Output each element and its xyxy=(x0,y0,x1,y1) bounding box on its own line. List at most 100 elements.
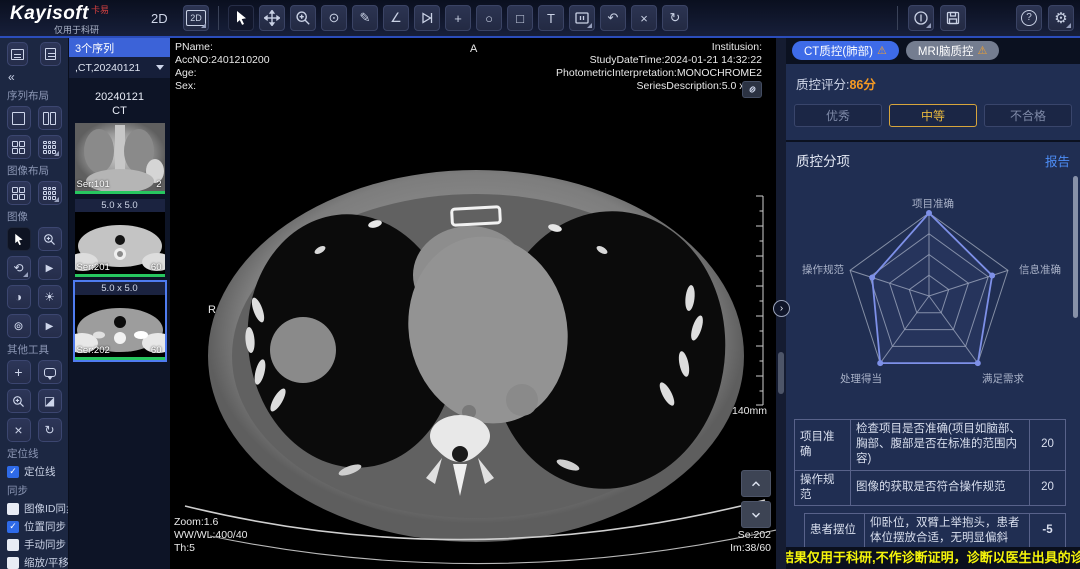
study-dropdown[interactable]: ,CT,20240121 xyxy=(69,57,170,78)
report-info-button[interactable] xyxy=(908,5,934,31)
cine-play-icon: ▶ xyxy=(46,263,54,274)
chevron-down-icon xyxy=(156,65,164,70)
radar-axis-label: 处理得当 xyxy=(840,371,882,386)
scroll-down-button[interactable] xyxy=(741,501,771,528)
delete-tool-button[interactable]: × xyxy=(7,418,31,442)
series-thumbnail-202-selected[interactable]: 5.0 x 5.0 Ser:202 60 xyxy=(75,282,165,360)
grade-fail-button[interactable]: 不合格 xyxy=(984,104,1072,127)
ellipse-roi-tool-button[interactable]: ○ xyxy=(476,5,502,31)
toolbar-divider xyxy=(897,6,898,30)
viewport-scrollbar-thumb[interactable] xyxy=(778,352,784,394)
undo-button[interactable]: ↶ xyxy=(600,5,626,31)
undo-icon: ↶ xyxy=(608,10,619,26)
series-layout-3x3-button[interactable] xyxy=(38,135,62,159)
series-loaded-bar xyxy=(75,191,165,194)
checkbox-position-sync[interactable]: ✓ 位置同步 xyxy=(7,519,61,534)
zoom-tool-button[interactable] xyxy=(290,5,316,31)
image-layout-3x3-button[interactable] xyxy=(38,181,62,205)
cobb-angle-tool-button[interactable] xyxy=(414,5,440,31)
topbar: Kayisoft卡易 仅用于科研 2D 2D ⊙ ✎ ∠ + ○ □ T ↶ ×… xyxy=(0,0,1080,38)
collapse-sidebar-button[interactable]: « xyxy=(8,70,61,84)
pointer-tool-button[interactable] xyxy=(228,5,254,31)
grade-excellent-button[interactable]: 优秀 xyxy=(794,104,882,127)
magnifier-annotate-button[interactable] xyxy=(7,389,31,413)
comment-tool-button[interactable] xyxy=(38,360,62,384)
checkbox-zoom-pan-sync[interactable]: ✓ 缩放/平移 xyxy=(7,555,61,569)
checkbox-unchecked-icon: ✓ xyxy=(7,539,19,551)
series-thumb-header: 5.0 x 5.0 xyxy=(75,282,165,295)
comment-icon xyxy=(44,368,56,377)
angle-tool-button[interactable]: ∠ xyxy=(383,5,409,31)
report-panel-button[interactable] xyxy=(40,42,61,66)
checkbox-manual-sync[interactable]: ✓ 手动同步 xyxy=(7,537,61,552)
cine-play-tool-button[interactable]: ▶ xyxy=(38,256,62,280)
gear-icon: ⚙ xyxy=(1054,9,1067,27)
delete-annotation-button[interactable]: × xyxy=(631,5,657,31)
qc-score-value: 86分 xyxy=(849,78,875,92)
wl-presets-button[interactable] xyxy=(569,5,595,31)
series-thumb-header: 5.0 x 5.0 xyxy=(75,199,165,212)
brightness-tool-button[interactable]: ☀ xyxy=(38,285,62,309)
checkbox-image-id-sync[interactable]: ✓ 图像ID同步 xyxy=(7,501,61,516)
cobb-angle-icon xyxy=(419,10,435,26)
image-viewport[interactable]: PName: AccNO:2401210200 Age: Sex: Instit… xyxy=(170,38,776,569)
reset-icon: ↻ xyxy=(670,10,681,26)
image-layout-2x2-button[interactable] xyxy=(7,181,31,205)
cine-target-tool-button[interactable]: ⊚ xyxy=(7,314,31,338)
series-layout-1x1-button[interactable] xyxy=(7,106,31,130)
checkbox-checked-icon: ✓ xyxy=(7,521,19,533)
reset-tool-button[interactable]: ↻ xyxy=(38,418,62,442)
2d-layout-button[interactable]: 2D xyxy=(183,5,209,31)
window-level-icon: ⊙ xyxy=(329,10,340,26)
magnifier-tool-button[interactable] xyxy=(38,227,62,251)
series-thumbnail-201[interactable]: 5.0 x 5.0 Ser:201 60 xyxy=(75,199,165,277)
layout-2x2-icon xyxy=(12,141,25,154)
qc-panel-toggle-button[interactable]: › xyxy=(773,300,790,317)
left-tool-sidebar: « 序列布局 图像布局 图像 ⟲ ▶ ◑ ☀ ⊚ ▶ 其他工具 + xyxy=(0,38,68,569)
link-series-button[interactable] xyxy=(742,81,762,98)
settings-button[interactable]: ⚙ xyxy=(1048,5,1074,31)
rotate-tool-button[interactable]: ⟲ xyxy=(7,256,31,280)
reset-button[interactable]: ↻ xyxy=(662,5,688,31)
checkbox-localizer-line[interactable]: ✓ 定位线 xyxy=(7,464,61,479)
window-level-tool-button[interactable]: ⊙ xyxy=(321,5,347,31)
invert-tool-button[interactable]: ◑ xyxy=(7,285,31,309)
scroll-up-button[interactable] xyxy=(741,470,771,497)
angle-measure-icon: ∠ xyxy=(390,10,402,26)
table-row: 操作规范 图像的获取是否符合操作规范 20 xyxy=(795,470,1066,505)
pointer-icon xyxy=(12,233,25,246)
add-icon: + xyxy=(14,364,22,380)
link-icon xyxy=(746,83,759,96)
series-layout-2x2-button[interactable] xyxy=(7,135,31,159)
length-tool-button[interactable]: ✎ xyxy=(352,5,378,31)
tab-mri-qc[interactable]: MRI脑质控 ⚠ xyxy=(906,41,999,60)
logo-suffix: 卡易 xyxy=(91,5,109,15)
ruler-length-label: 140mm xyxy=(732,405,767,417)
grade-medium-button[interactable]: 中等 xyxy=(889,104,977,127)
brightness-icon: ☀ xyxy=(44,290,55,304)
save-button[interactable] xyxy=(940,5,966,31)
eraser-tool-button[interactable]: ◪ xyxy=(38,389,62,413)
zoom-window-overlay: Zoom:1.6 WW/WL:400/40 Th:5 xyxy=(174,516,248,555)
series-loaded-bar xyxy=(75,357,165,360)
series-number: Ser:101 xyxy=(77,179,110,190)
chevron-up-icon xyxy=(749,477,763,491)
warning-icon: ⚠ xyxy=(977,44,987,57)
text-annotation-tool-button[interactable]: T xyxy=(538,5,564,31)
tab-ct-qc[interactable]: CT质控(肺部) ⚠ xyxy=(792,41,899,60)
section-localizer: 定位线 xyxy=(7,446,61,461)
crosshair-tool-button[interactable]: + xyxy=(445,5,471,31)
pointer-tool-button[interactable] xyxy=(7,227,31,251)
pan-tool-button[interactable] xyxy=(259,5,285,31)
help-button[interactable]: ? xyxy=(1016,5,1042,31)
add-tool-button[interactable]: + xyxy=(7,360,31,384)
play-tool-button[interactable]: ▶ xyxy=(38,314,62,338)
magnifier-icon xyxy=(43,233,56,246)
thumbnail-panel-button[interactable] xyxy=(7,42,28,66)
rect-roi-tool-button[interactable]: □ xyxy=(507,5,533,31)
qc-panel-scrollbar-thumb[interactable] xyxy=(1073,176,1078,318)
series-thumbnail-101[interactable]: Ser:101 2 xyxy=(75,123,165,194)
qc-main-table: 项目准确 检查项目是否准确(项目如脑部、胸部、腹部是否在标准的范围内容) 20 … xyxy=(794,419,1066,506)
report-link[interactable]: 报告 xyxy=(1045,151,1070,170)
series-layout-1x2-button[interactable] xyxy=(38,106,62,130)
